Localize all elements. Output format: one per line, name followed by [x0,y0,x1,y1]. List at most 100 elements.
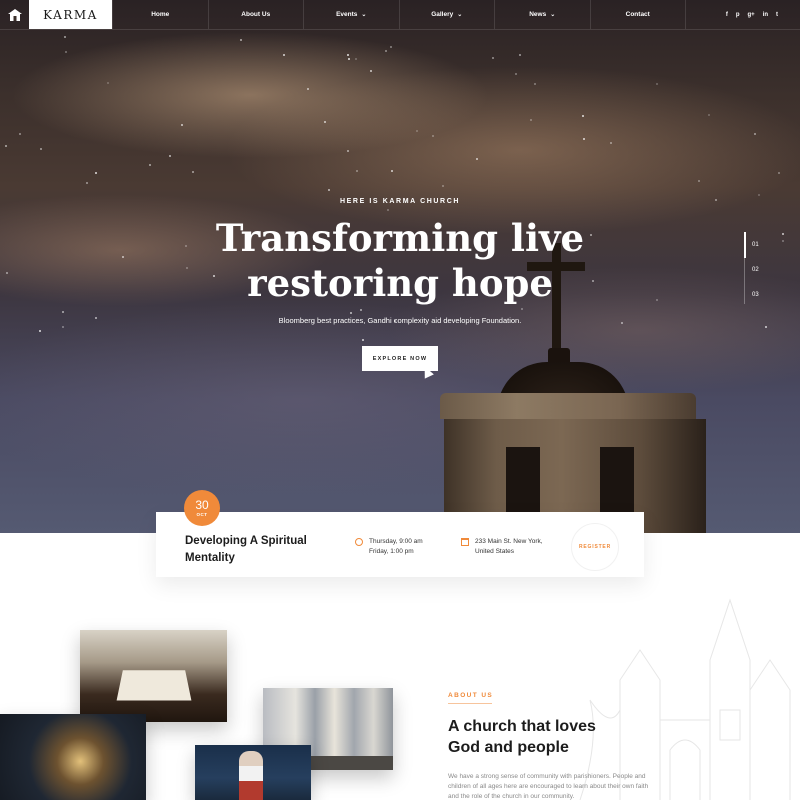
nav-item-label: Events [336,11,358,18]
star [181,124,183,126]
church-home-icon[interactable] [0,0,29,29]
about-title-line-2: God and people [448,739,569,756]
main-menu: Home About Us Events ⌄ Gallery ⌄ News ⌄ Con… [112,0,686,29]
star [348,58,350,60]
star [86,182,88,184]
pinterest-icon[interactable]: p [736,12,740,18]
slider-pagination: 01 02 03 [744,232,774,304]
event-time-line-2: Friday, 1:00 pm [369,548,414,555]
star [416,130,418,132]
star [350,312,352,314]
facebook-icon[interactable]: f [726,12,728,18]
site-logo[interactable]: KARMA [29,0,112,29]
hero-eyebrow: HERE IS KARMA CHURCH [339,198,461,205]
about-eyebrow: ABOUT US [448,692,494,699]
nav-item-home[interactable]: Home [112,0,208,29]
google-plus-icon[interactable]: g+ [747,12,754,18]
star [62,326,64,328]
nav-item-label: Gallery [431,11,454,18]
slide-dot-1[interactable]: 01 [752,242,759,248]
event-date-badge: 30 OCT [184,490,220,526]
star [519,54,521,56]
star [19,133,21,135]
slider-active-indicator [744,232,746,258]
star [95,172,97,174]
star [515,73,517,75]
cathedral-sketch-decoration [579,598,791,800]
event-address-line-1: 233 Main St. New York, [475,538,543,545]
calendar-icon [461,538,469,546]
event-time-line-1: Thursday, 9:00 am [369,538,423,545]
top-navigation-bar: KARMA Home About Us Events ⌄ Gallery ⌄ New… [0,0,800,30]
star [5,145,7,147]
nav-item-about-us[interactable]: About Us [207,0,304,29]
chevron-down-icon: ⌄ [457,12,463,18]
star [360,309,362,311]
star [362,339,364,341]
hero-headline-line-1: Transforming live [215,216,585,260]
event-location: 233 Main St. New York, United States [461,537,543,557]
star [698,180,700,182]
slide-dot-3[interactable]: 03 [752,292,759,298]
event-time: Thursday, 9:00 am Friday, 1:00 pm [355,537,423,557]
star [765,326,767,328]
star [583,138,585,140]
church-drum-cornice [440,393,696,419]
nav-item-events[interactable]: Events ⌄ [303,0,399,29]
star [442,185,444,187]
nav-item-contact[interactable]: Contact [589,0,686,29]
star [149,164,151,166]
star [107,82,109,84]
hero-subline: Bloomberg best practices, Gandhi complex… [278,316,522,325]
event-month: OCT [196,512,208,517]
star [476,158,478,160]
star [324,121,326,123]
star [39,330,41,332]
star [778,172,780,174]
star [385,50,387,52]
star [534,83,536,85]
star [492,57,494,59]
star [356,170,358,172]
star [758,194,760,196]
star [708,114,710,116]
bible-altar-photo [80,630,227,722]
star [754,133,756,135]
nav-item-gallery[interactable]: Gallery ⌄ [398,0,495,29]
nav-item-label: Contact [625,11,650,18]
slide-dot-2[interactable]: 02 [752,267,759,273]
star [347,150,349,152]
about-title-line-1: A church that loves [448,718,596,735]
star [307,88,309,90]
priest-photo [195,745,311,800]
open-bible [116,670,192,701]
nav-item-label: Home [151,11,170,18]
star [521,308,523,310]
star [65,51,67,53]
star [656,83,658,85]
nav-item-label: About Us [241,11,271,18]
star [240,39,242,41]
twitter-icon[interactable]: t [776,12,778,18]
event-title[interactable]: Developing A Spiritual Mentality [185,533,335,567]
hero-section: HERE IS KARMA CHURCH Transforming live r… [0,0,800,533]
nav-item-label: News [529,11,547,18]
about-eyebrow-underline [448,703,492,704]
star [391,170,393,172]
linkedin-icon[interactable]: in [763,12,768,18]
hero-headline: Transforming live restoring hope [0,216,800,306]
hero-headline-line-2: restoring hope [247,261,553,305]
chevron-down-icon: ⌄ [361,12,367,18]
star [432,135,434,137]
star [370,70,372,72]
star [40,148,42,150]
register-button[interactable]: REGISTER [571,523,619,571]
hands-light-bulb-photo [0,714,146,800]
star [192,171,194,173]
star [610,142,612,144]
about-title: A church that loves God and people [448,716,648,758]
star [355,58,357,60]
star [530,119,532,121]
nav-item-news[interactable]: News ⌄ [494,0,590,29]
star [347,54,349,56]
